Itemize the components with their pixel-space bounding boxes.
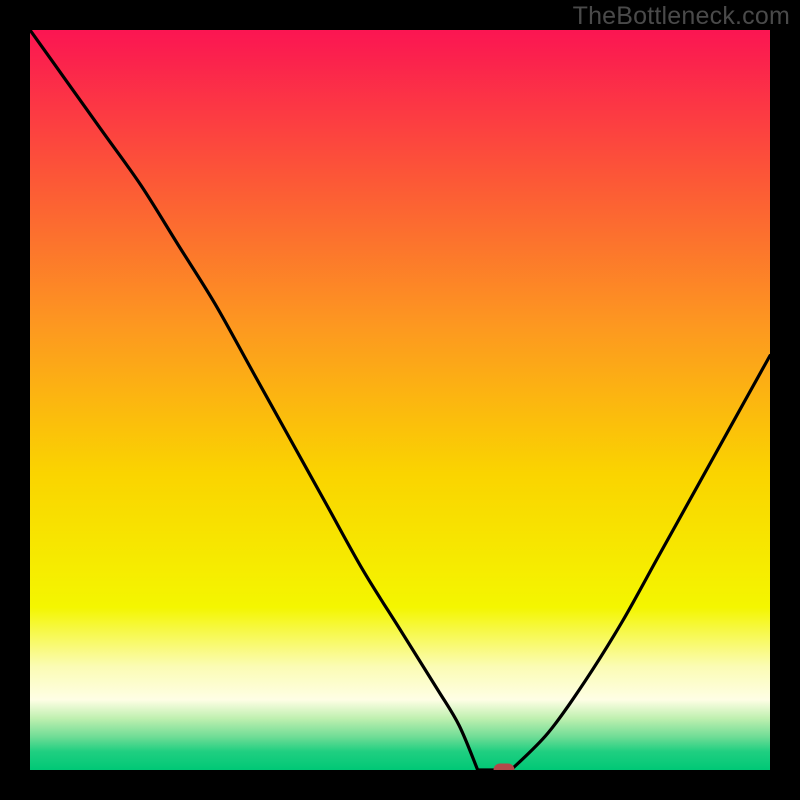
- watermark-text: TheBottleneck.com: [573, 2, 790, 31]
- chart-frame: TheBottleneck.com: [0, 0, 800, 800]
- optimal-point-marker: [493, 764, 514, 771]
- bottleneck-curve: [30, 30, 770, 770]
- plot-area: [30, 30, 770, 770]
